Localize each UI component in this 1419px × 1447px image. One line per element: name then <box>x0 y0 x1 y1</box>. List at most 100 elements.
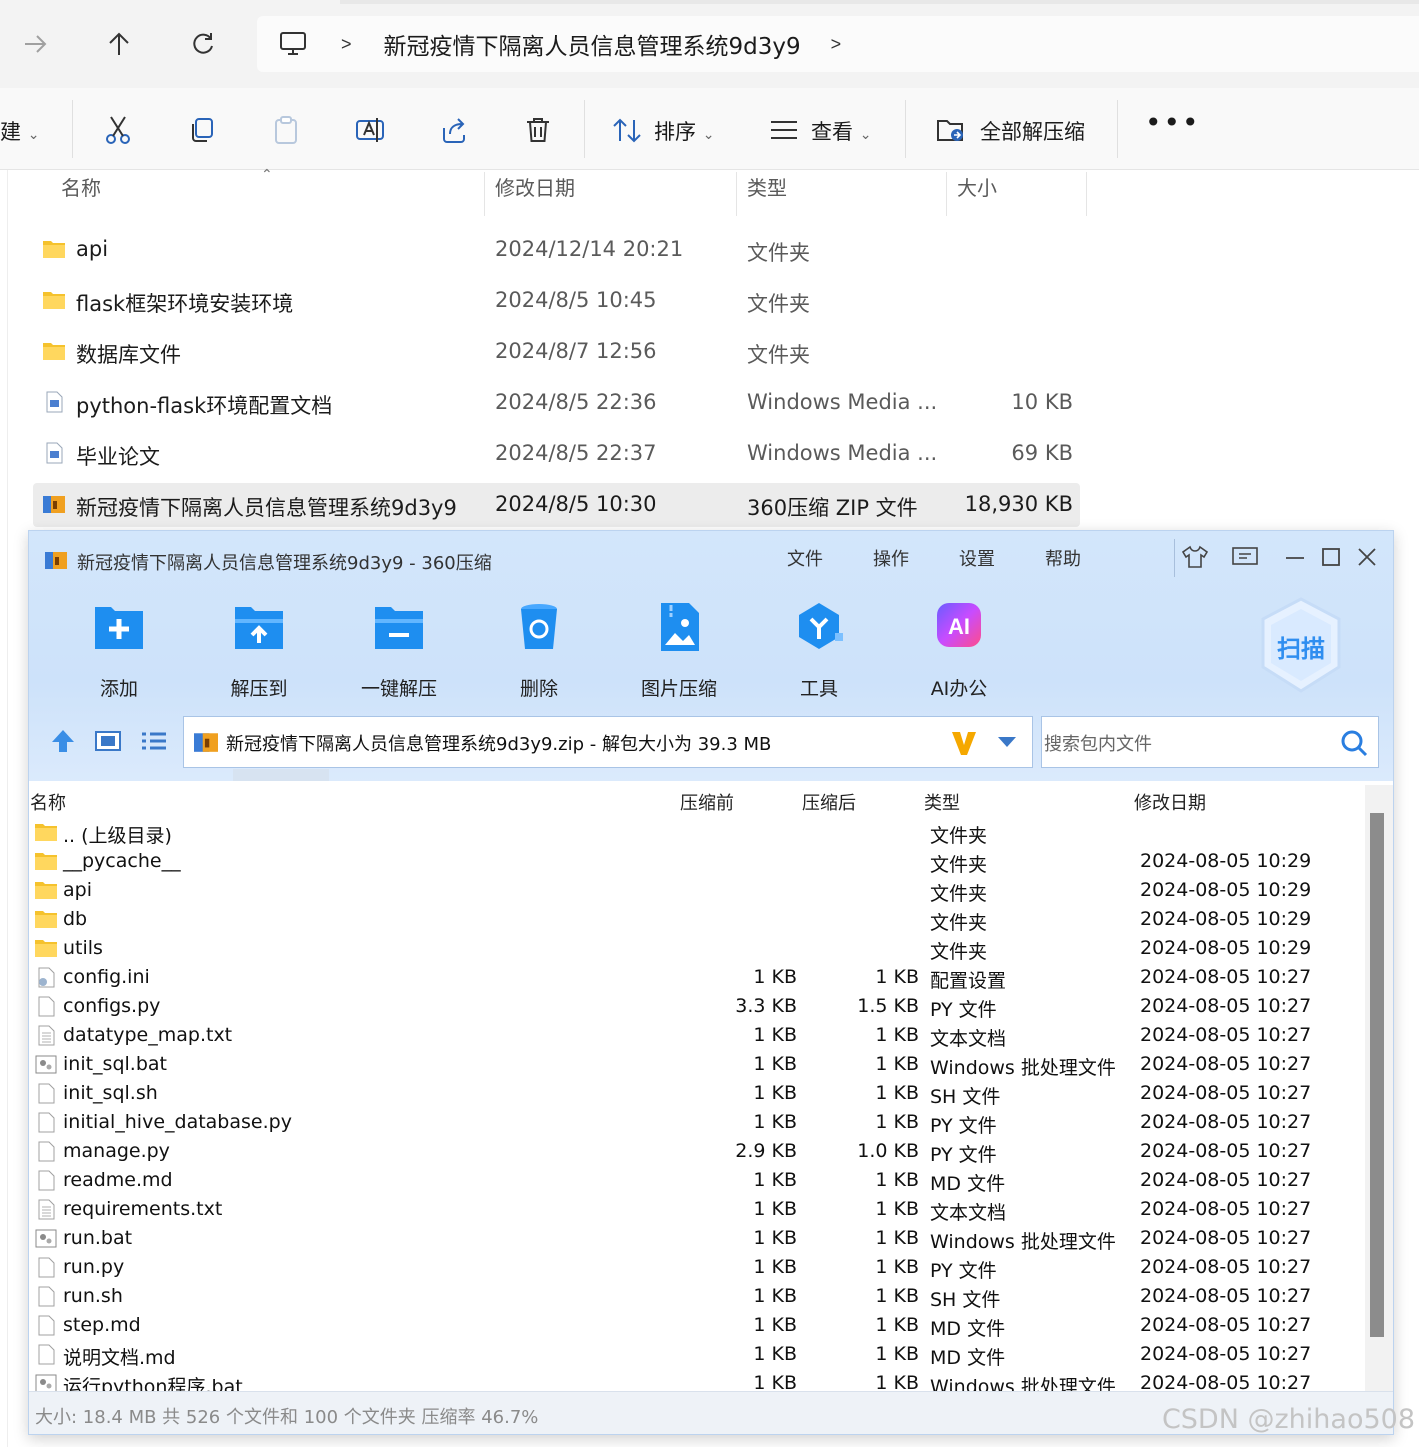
delete-archive-button[interactable]: 删除 <box>484 601 594 701</box>
address-box[interactable]: > 新冠疫情下隔离人员信息管理系统9d3y9 > <box>257 16 1419 72</box>
image-compress-button[interactable]: 图片压缩 <box>624 601 734 701</box>
zip-file-type: PY 文件 <box>930 1144 997 1166</box>
v-badge-icon[interactable] <box>950 729 978 757</box>
share-button[interactable] <box>436 112 472 148</box>
zip-row[interactable]: api 文件夹 2024-08-05 10:29 <box>29 876 1365 905</box>
refresh-button[interactable] <box>181 22 225 66</box>
column-header-name[interactable]: 名称 <box>61 172 101 216</box>
file-row[interactable]: 数据库文件 2024/8/7 12:56 文件夹 <box>33 330 1080 374</box>
more-options-icon[interactable]: ••• <box>1145 106 1201 139</box>
trash-icon <box>527 118 549 142</box>
column-divider[interactable] <box>484 172 485 216</box>
column-header-date[interactable]: 修改日期 <box>495 172 575 216</box>
scrollbar-thumb[interactable] <box>1370 813 1384 1337</box>
delete-button[interactable] <box>520 112 556 148</box>
menu-file[interactable]: 文件 <box>787 545 823 571</box>
list-view-button[interactable] <box>141 730 167 757</box>
zip-row[interactable]: db 文件夹 2024-08-05 10:29 <box>29 905 1365 934</box>
breadcrumb-chevron-icon[interactable]: > <box>341 34 352 55</box>
one-click-extract-button[interactable]: 一键解压 <box>344 601 454 701</box>
divider <box>1174 539 1175 577</box>
archive-path-box[interactable]: 新冠疫情下隔离人员信息管理系统9d3y9.zip - 解包大小为 39.3 MB <box>183 716 1033 768</box>
zip-row[interactable]: init_sql.sh 1 KB 1 KB SH 文件 2024-08-05 1… <box>29 1079 1365 1108</box>
zip-row[interactable]: run.py 1 KB 1 KB PY 文件 2024-08-05 10:27 <box>29 1253 1365 1282</box>
zip-row[interactable]: step.md 1 KB 1 KB MD 文件 2024-08-05 10:27 <box>29 1311 1365 1340</box>
column-header-type[interactable]: 类型 <box>747 172 787 216</box>
zip-row[interactable]: run.bat 1 KB 1 KB Windows 批处理文件 2024-08-… <box>29 1224 1365 1253</box>
zip-row[interactable]: manage.py 2.9 KB 1.0 KB PY 文件 2024-08-05… <box>29 1137 1365 1166</box>
menu-operate[interactable]: 操作 <box>873 545 909 571</box>
zip-row[interactable]: .. (上级目录) 文件夹 <box>29 818 1365 847</box>
zip-row[interactable]: __pycache__ 文件夹 2024-08-05 10:29 <box>29 847 1365 876</box>
paste-button[interactable] <box>268 112 304 148</box>
file-icon <box>38 1257 55 1278</box>
zip-column-date[interactable]: 修改日期 <box>1134 789 1206 815</box>
file-row[interactable]: python-flask环境配置文档 2024/8/5 22:36 Window… <box>33 381 1080 425</box>
column-divider[interactable] <box>736 172 737 216</box>
zip-row[interactable]: readme.md 1 KB 1 KB MD 文件 2024-08-05 10:… <box>29 1166 1365 1195</box>
zip-row[interactable]: 说明文档.md 1 KB 1 KB MD 文件 2024-08-05 10:27 <box>29 1340 1365 1369</box>
zip-size-before: 1 KB <box>753 1169 797 1191</box>
column-divider[interactable] <box>946 172 947 216</box>
maximize-icon <box>1322 548 1340 566</box>
forward-button[interactable] <box>14 22 58 66</box>
sort-button[interactable]: 排序 ⌄ <box>654 116 714 146</box>
zip-file-type: Windows 批处理文件 <box>930 1231 1116 1253</box>
menu-settings[interactable]: 设置 <box>959 545 995 571</box>
view-button[interactable]: 查看 ⌄ <box>811 116 871 146</box>
zip-row[interactable]: config.ini 1 KB 1 KB 配置设置 2024-08-05 10:… <box>29 963 1365 992</box>
column-divider[interactable] <box>1086 172 1087 216</box>
ai-office-button[interactable]: AI AI办公 <box>904 601 1014 701</box>
cut-button[interactable] <box>100 112 136 148</box>
zip-file-date: 2024-08-05 10:27 <box>1140 1140 1312 1162</box>
vertical-scrollbar[interactable] <box>1365 785 1393 1393</box>
thumbnail-view-button[interactable] <box>95 730 121 757</box>
command-bar: 建 ⌄ 排序 ⌄ 查看 ⌄ 全部解压缩 ••• <box>0 88 1419 170</box>
message-icon <box>1232 547 1258 565</box>
feedback-button[interactable] <box>1227 541 1263 573</box>
zip-row[interactable]: init_sql.bat 1 KB 1 KB Windows 批处理文件 202… <box>29 1050 1365 1079</box>
zip-column-after[interactable]: 压缩后 <box>802 789 856 815</box>
skin-button[interactable] <box>1177 541 1213 573</box>
archive-search-input[interactable]: 搜索包内文件 <box>1041 716 1379 768</box>
close-button[interactable] <box>1349 541 1385 573</box>
tools-button[interactable]: 工具 <box>764 601 874 701</box>
zip-row[interactable]: requirements.txt 1 KB 1 KB 文本文档 2024-08-… <box>29 1195 1365 1224</box>
extract-all-button[interactable]: 全部解压缩 <box>980 116 1085 146</box>
search-icon[interactable] <box>1340 729 1368 757</box>
chevron-down-icon[interactable] <box>996 735 1018 749</box>
breadcrumb-current[interactable]: 新冠疫情下隔离人员信息管理系统9d3y9 <box>384 27 801 61</box>
up-button[interactable] <box>97 22 141 66</box>
breadcrumb-expand-icon[interactable]: > <box>831 34 842 55</box>
zip-column-name[interactable]: 名称 <box>30 789 66 815</box>
file-row[interactable]: 毕业论文 2024/8/5 22:37 Windows Media ... 69… <box>33 432 1080 476</box>
minimize-button[interactable] <box>1277 541 1313 573</box>
zip-row[interactable]: datatype_map.txt 1 KB 1 KB 文本文档 2024-08-… <box>29 1021 1365 1050</box>
file-row-selected[interactable]: 新冠疫情下隔离人员信息管理系统9d3y9 2024/8/5 10:30 360压… <box>33 483 1080 527</box>
zip-row[interactable]: run.sh 1 KB 1 KB SH 文件 2024-08-05 10:27 <box>29 1282 1365 1311</box>
zip-column-type[interactable]: 类型 <box>924 789 960 815</box>
new-button[interactable]: 建 ⌄ <box>0 116 39 146</box>
zip-row[interactable]: 运行python程序.bat 1 KB 1 KB Windows 批处理文件 2… <box>29 1369 1365 1391</box>
maximize-button[interactable] <box>1313 541 1349 573</box>
rename-button[interactable] <box>352 112 388 148</box>
zip-file-date: 2024-08-05 10:27 <box>1140 1256 1312 1278</box>
column-header-size[interactable]: 大小 <box>957 172 997 216</box>
zip-column-before[interactable]: 压缩前 <box>680 789 734 815</box>
zip-row[interactable]: configs.py 3.3 KB 1.5 KB PY 文件 2024-08-0… <box>29 992 1365 1021</box>
zip-file-name: configs.py <box>63 995 161 1017</box>
file-row[interactable]: api 2024/12/14 20:21 文件夹 <box>33 228 1080 272</box>
copy-button[interactable] <box>184 112 220 148</box>
zip-file-name: 说明文档.md <box>63 1347 176 1369</box>
zip-row[interactable]: utils 文件夹 2024-08-05 10:29 <box>29 934 1365 963</box>
menu-help[interactable]: 帮助 <box>1045 545 1081 571</box>
zip-file-name: manage.py <box>63 1140 170 1162</box>
file-date: 2024/8/5 22:36 <box>495 390 657 414</box>
up-level-button[interactable] <box>49 728 77 759</box>
extract-to-button[interactable]: 解压到 <box>204 601 314 701</box>
scan-button[interactable]: 扫描 <box>1257 595 1345 695</box>
file-row[interactable]: flask框架环境安装环境 2024/8/5 10:45 文件夹 <box>33 279 1080 323</box>
add-button[interactable]: 添加 <box>64 601 174 701</box>
zip-file-type: MD 文件 <box>930 1318 1006 1340</box>
zip-row[interactable]: initial_hive_database.py 1 KB 1 KB PY 文件… <box>29 1108 1365 1137</box>
